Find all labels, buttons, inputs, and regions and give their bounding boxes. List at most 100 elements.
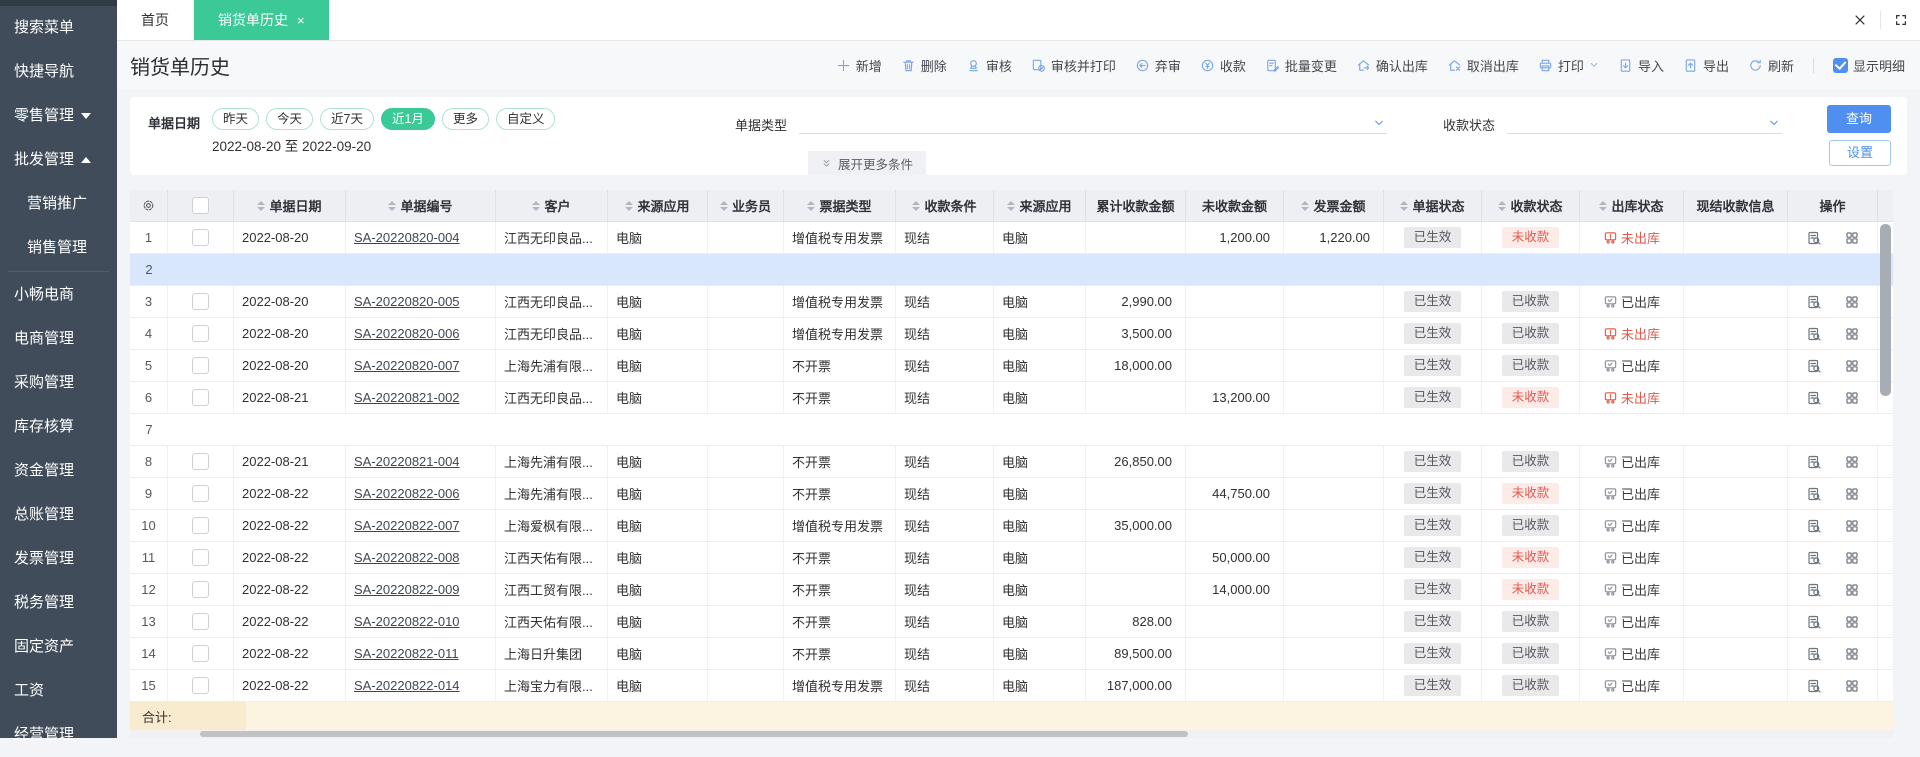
doc-no-link[interactable]: SA-20220822-014 [354,678,460,693]
show-detail-toggle[interactable]: 显示明细 [1832,56,1905,75]
doc-no-link[interactable]: SA-20220820-006 [354,326,460,341]
row-checkbox[interactable] [192,645,209,662]
refresh-button[interactable]: 刷新 [1748,56,1794,75]
view-detail-icon[interactable] [1806,486,1822,502]
row-checkbox[interactable] [192,229,209,246]
row-checkbox[interactable] [192,581,209,598]
sidebar-item-总账管理[interactable]: 总账管理 [0,493,117,537]
sidebar-item-资金管理[interactable]: 资金管理 [0,449,117,493]
audit-print-button[interactable]: 审核并打印 [1031,56,1116,75]
row-checkbox[interactable] [192,517,209,534]
cancel-outbound-button[interactable]: 取消出库 [1447,56,1519,75]
expand-more-button[interactable]: 展开更多条件 [808,151,927,175]
vertical-scrollbar-thumb[interactable] [1880,224,1891,396]
more-actions-icon[interactable] [1844,230,1860,246]
row-checkbox[interactable] [192,293,209,310]
checkbox-checked-icon[interactable] [1832,57,1848,73]
sidebar-item-采购管理[interactable]: 采购管理 [0,361,117,405]
view-detail-icon[interactable] [1806,518,1822,534]
view-detail-icon[interactable] [1806,614,1822,630]
confirm-outbound-button[interactable]: 确认出库 [1356,56,1428,75]
close-icon[interactable] [1853,13,1867,27]
more-actions-icon[interactable] [1844,678,1860,694]
date-range-value[interactable]: 2022-08-20 至 2022-09-20 [212,135,371,155]
sort-icon[interactable] [625,200,634,211]
sort-icon[interactable] [532,200,541,211]
table-row[interactable]: 11 2022-08-22 SA-20220822-008 江西天佑有限... 电脑 不开… [130,542,1893,574]
search-button[interactable]: 查询 [1827,105,1891,133]
table-row[interactable]: 7 [130,414,1893,446]
more-actions-icon[interactable] [1844,582,1860,598]
sort-icon[interactable] [1007,200,1016,211]
sort-icon[interactable] [1400,200,1409,211]
sidebar-item-工资[interactable]: 工资 [0,669,117,713]
export-button[interactable]: 导出 [1683,56,1729,75]
sort-icon[interactable] [1301,200,1310,211]
trash-button[interactable]: 删除 [901,56,947,75]
doc-no-link[interactable]: SA-20220822-009 [354,582,460,597]
more-actions-icon[interactable] [1844,518,1860,534]
sort-icon[interactable] [719,200,728,211]
row-checkbox[interactable] [192,389,209,406]
row-checkbox[interactable] [192,325,209,342]
more-actions-icon[interactable] [1844,646,1860,662]
view-detail-icon[interactable] [1806,390,1822,406]
horizontal-scrollbar[interactable] [130,730,1893,738]
doc-no-link[interactable]: SA-20220822-007 [354,518,460,533]
doc-no-link[interactable]: SA-20220820-007 [354,358,460,373]
row-checkbox[interactable] [192,485,209,502]
doc-no-link[interactable]: SA-20220820-005 [354,294,460,309]
row-checkbox[interactable] [192,677,209,694]
row-checkbox[interactable] [192,357,209,374]
sidebar-item-电商管理[interactable]: 电商管理 [0,317,117,361]
audit-button[interactable]: 审核 [966,56,1012,75]
table-row[interactable]: 13 2022-08-22 SA-20220822-010 江西天佑有限... 电脑 不开… [130,606,1893,638]
view-detail-icon[interactable] [1806,454,1822,470]
sidebar-item-销售管理[interactable]: 销售管理 [0,226,117,270]
view-detail-icon[interactable] [1806,550,1822,566]
table-row[interactable]: 10 2022-08-22 SA-20220822-007 上海爱枫有限... 电脑 增值… [130,510,1893,542]
date-pill-昨天[interactable]: 昨天 [212,108,260,130]
sidebar-item-营销推广[interactable]: 营销推广 [0,182,117,226]
table-row[interactable]: 5 2022-08-20 SA-20220820-007 上海先浦有限... 电脑 不开票… [130,350,1893,382]
print-button[interactable]: 打印 [1538,56,1599,75]
doc-no-link[interactable]: SA-20220822-008 [354,550,460,565]
sidebar-item-零售管理[interactable]: 零售管理 [0,94,117,138]
table-row[interactable]: 14 2022-08-22 SA-20220822-011 上海日升集团 电脑 不开票 现结… [130,638,1893,670]
view-detail-icon[interactable] [1806,294,1822,310]
doc-no-link[interactable]: SA-20220822-006 [354,486,460,501]
table-row[interactable]: 8 2022-08-21 SA-20220821-004 上海先浦有限... 电脑 不开票… [130,446,1893,478]
view-detail-icon[interactable] [1806,358,1822,374]
fullscreen-icon[interactable] [1894,13,1908,27]
more-actions-icon[interactable] [1844,454,1860,470]
sort-icon[interactable] [912,200,921,211]
sort-icon[interactable] [807,200,816,211]
doc-no-link[interactable]: SA-20220820-004 [354,230,460,245]
sort-icon[interactable] [257,200,266,211]
more-actions-icon[interactable] [1844,486,1860,502]
sidebar-item-库存核算[interactable]: 库存核算 [0,405,117,449]
view-detail-icon[interactable] [1806,678,1822,694]
view-detail-icon[interactable] [1806,582,1822,598]
sidebar-item-搜索菜单[interactable]: 搜索菜单 [0,6,117,50]
more-actions-icon[interactable] [1844,550,1860,566]
doc-no-link[interactable]: SA-20220822-010 [354,614,460,629]
doc-type-select[interactable] [799,111,1388,134]
table-row[interactable]: 15 2022-08-22 SA-20220822-014 上海宝力有限... 电脑 增值… [130,670,1893,702]
view-detail-icon[interactable] [1806,230,1822,246]
date-pill-近7天[interactable]: 近7天 [320,108,374,130]
import-button[interactable]: 导入 [1618,56,1664,75]
table-row[interactable]: 12 2022-08-22 SA-20220822-009 江西工贸有限... 电脑 不开… [130,574,1893,606]
view-detail-icon[interactable] [1806,326,1822,342]
column-header-gear[interactable] [130,190,168,221]
more-actions-icon[interactable] [1844,358,1860,374]
table-row[interactable]: 4 2022-08-20 SA-20220820-006 江西无印良品... 电脑 增值税… [130,318,1893,350]
select-all-checkbox[interactable] [192,197,209,214]
sort-icon[interactable] [388,200,397,211]
doc-no-link[interactable]: SA-20220821-004 [354,454,460,469]
column-header-checkbox[interactable] [168,190,234,221]
row-checkbox[interactable] [192,549,209,566]
date-pill-近1月[interactable]: 近1月 [380,108,435,130]
sort-icon[interactable] [1498,200,1507,211]
settings-button[interactable]: 设置 [1829,140,1891,166]
